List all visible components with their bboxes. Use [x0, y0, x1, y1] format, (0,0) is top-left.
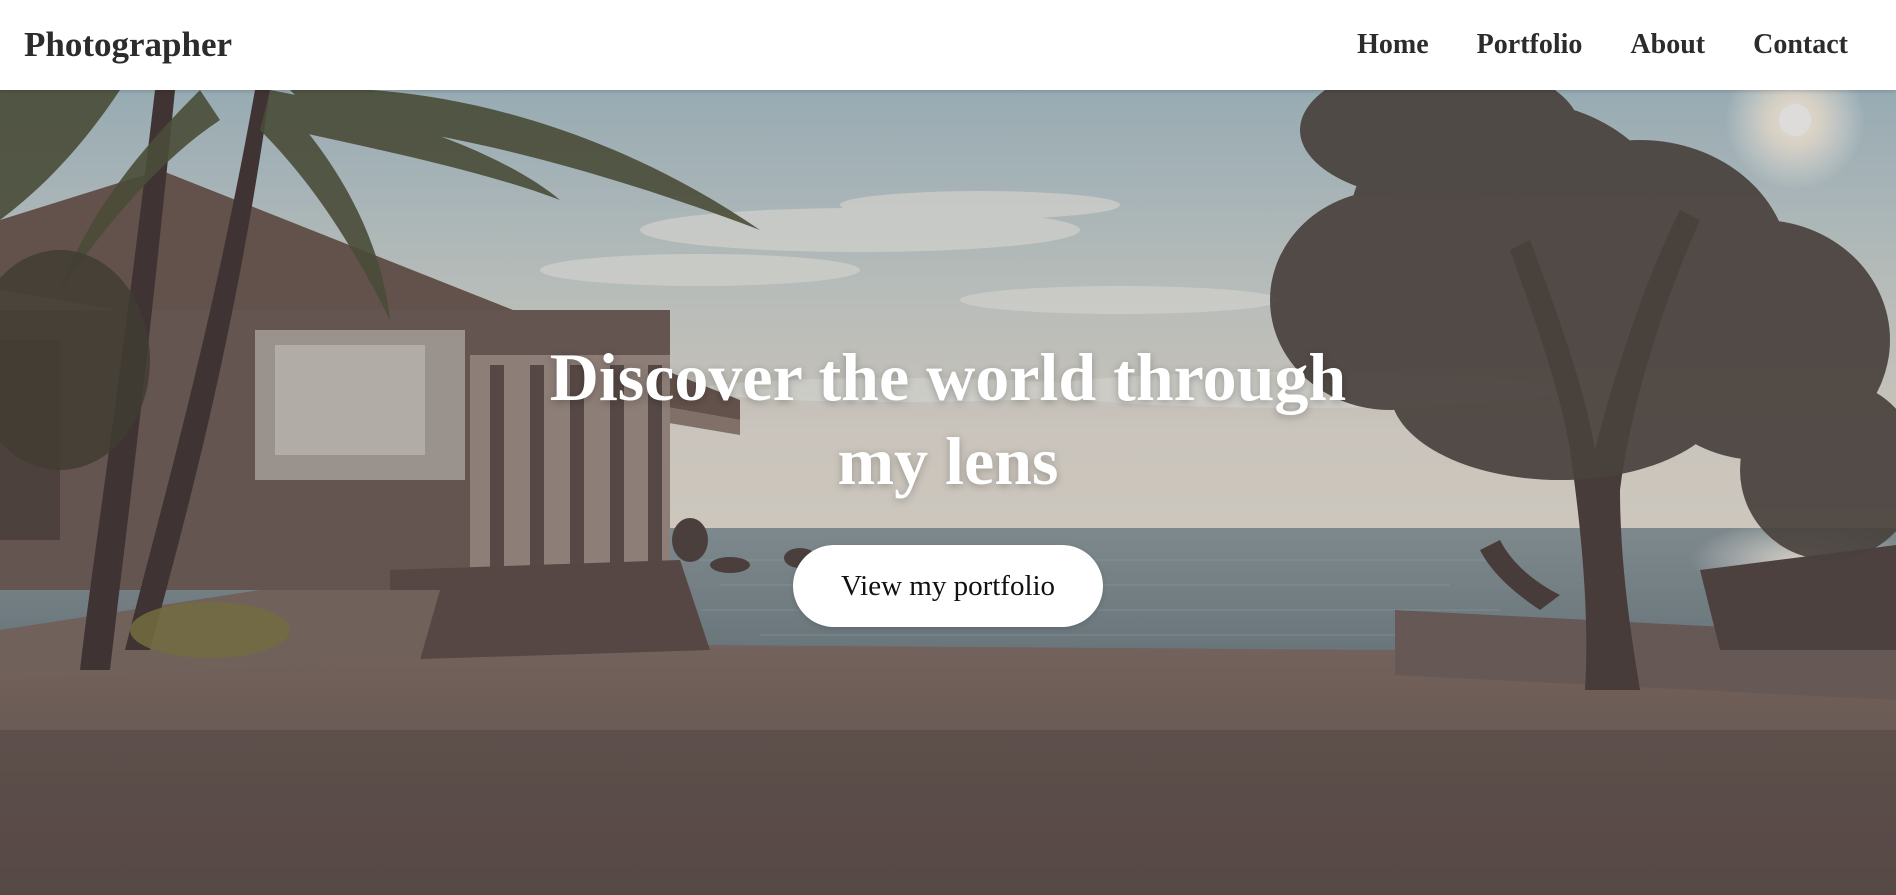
- nav-about[interactable]: About: [1630, 29, 1705, 61]
- nav-portfolio[interactable]: Portfolio: [1477, 29, 1583, 61]
- site-logo[interactable]: Photographer: [24, 25, 232, 65]
- hero-section: Discover the world through my lens View …: [0, 90, 1896, 895]
- nav-home[interactable]: Home: [1357, 29, 1429, 61]
- main-nav: Home Portfolio About Contact: [1357, 29, 1872, 61]
- hero-title: Discover the world through my lens: [549, 339, 1347, 499]
- hero-content: Discover the world through my lens View …: [0, 90, 1896, 895]
- site-header: Photographer Home Portfolio About Contac…: [0, 0, 1896, 90]
- nav-contact[interactable]: Contact: [1753, 29, 1848, 61]
- view-portfolio-button[interactable]: View my portfolio: [793, 545, 1103, 627]
